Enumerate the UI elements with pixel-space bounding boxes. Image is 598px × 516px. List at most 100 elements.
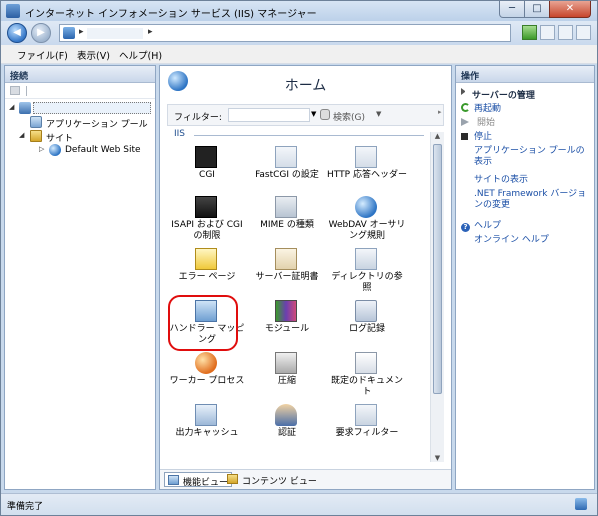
default-document-icon — [355, 352, 377, 374]
feature-authentication[interactable]: 認証 — [247, 404, 327, 454]
tree-item-default-web-site[interactable]: ▷ Default Web Site — [5, 144, 153, 157]
content-view-icon — [227, 474, 238, 484]
group-by-icon[interactable]: ▸ — [438, 108, 442, 116]
server-icon — [19, 102, 31, 114]
feature-label: HTTP 応答ヘッダー — [327, 170, 407, 180]
view-app-pools-link[interactable]: アプリケーション プールの表示 — [474, 146, 585, 167]
tree-item-app-pools[interactable]: アプリケーション プール — [5, 116, 153, 130]
action-restart[interactable]: 再起動 — [461, 101, 501, 114]
action-view-sites[interactable]: サイトの表示 — [474, 172, 528, 185]
action-stop[interactable]: 停止 — [461, 129, 492, 142]
view-sites-link[interactable]: サイトの表示 — [474, 175, 528, 185]
actions-pane: 操作 サーバーの管理 再起動 開始 停止 アプリケーション プールの表示 サイト… — [455, 65, 595, 490]
feature-directory-browsing[interactable]: ディレクトリの参照 — [327, 248, 407, 298]
feature-logging[interactable]: ログ記録 — [327, 300, 407, 350]
filter-label: フィルター: — [174, 113, 222, 123]
help-toolbar-icon[interactable] — [576, 25, 591, 40]
action-help[interactable]: ? ヘルプ — [461, 218, 501, 232]
feature-output-caching[interactable]: 出力キャッシュ — [167, 404, 247, 454]
tab-content-view[interactable]: コンテンツ ビュー — [224, 472, 320, 487]
tree-item-server[interactable]: ◢ — [5, 102, 153, 115]
search-dropdown-icon[interactable]: ▼ — [376, 110, 381, 118]
tab-features-view[interactable]: 機能ビュー — [164, 472, 233, 488]
tree-item-label: サイト — [46, 134, 74, 144]
features-area: IIS CGI FastCGI の設定 HTTP 応答ヘッダー ISAPI およ… — [167, 128, 429, 458]
feature-server-certs[interactable]: サーバー証明書 — [247, 248, 327, 298]
menu-file[interactable]: ファイル(F) — [17, 48, 68, 62]
menu-help[interactable]: ヘルプ(H) — [119, 48, 162, 62]
tab-label: コンテンツ ビュー — [242, 477, 317, 487]
expand-icon[interactable]: ◢ — [9, 103, 14, 111]
feature-modules[interactable]: モジュール — [247, 300, 327, 350]
refresh-icon[interactable] — [522, 25, 537, 40]
maximize-button[interactable]: □ — [524, 1, 550, 18]
online-help-link[interactable]: オンライン ヘルプ — [474, 235, 549, 245]
handler-mappings-highlight — [168, 295, 238, 351]
address-segment[interactable] — [87, 28, 143, 39]
feature-label: 要求フィルター — [335, 428, 399, 438]
tree-item-label: Default Web Site — [65, 145, 141, 155]
restart-icon — [461, 103, 470, 112]
close-button[interactable]: ✕ — [549, 1, 591, 18]
stop-icon — [461, 133, 468, 140]
feature-worker-processes[interactable]: ワーカー プロセス — [167, 352, 247, 402]
search-button[interactable]: 検索(G) — [333, 110, 365, 123]
feature-default-document[interactable]: 既定のドキュメント — [327, 352, 407, 402]
filter-input[interactable] — [228, 108, 310, 122]
restart-link[interactable]: 再起動 — [474, 104, 501, 114]
action-net-versions[interactable]: .NET Framework バージョンの変更 — [474, 189, 592, 211]
title-bar: インターネット インフォメーション サービス (IIS) マネージャー ─ □ … — [1, 1, 597, 21]
tab-label: 機能ビュー — [183, 478, 229, 488]
create-connection-icon[interactable] — [10, 86, 20, 95]
back-button[interactable]: ◀ — [7, 23, 27, 43]
stop-icon[interactable] — [540, 25, 555, 40]
menu-view[interactable]: 表示(V) — [77, 48, 110, 62]
scroll-thumb[interactable] — [433, 144, 442, 394]
feature-mime[interactable]: MIME の種類 — [247, 196, 327, 246]
scroll-up-icon[interactable]: ▲ — [431, 132, 444, 140]
address-server-icon — [63, 27, 75, 39]
feature-fastcgi[interactable]: FastCGI の設定 — [247, 146, 327, 196]
forward-button[interactable]: ▶ — [31, 23, 51, 43]
tree-item-sites[interactable]: ◢ サイト — [5, 130, 153, 144]
tree-item-label — [33, 102, 151, 114]
feature-label: MIME の種類 — [260, 220, 314, 230]
toolbar-divider — [26, 86, 27, 96]
features-scrollbar[interactable]: ▲ ▼ — [430, 132, 444, 462]
features-view-icon — [168, 475, 179, 485]
scroll-down-icon[interactable]: ▼ — [431, 454, 444, 462]
action-online-help[interactable]: オンライン ヘルプ — [474, 232, 549, 245]
minimize-icon: ─ — [508, 3, 516, 14]
feature-isapi-cgi[interactable]: ISAPI および CGI の制限 — [167, 196, 247, 246]
address-bar[interactable]: ▸ ▸ — [59, 24, 511, 42]
feature-compression[interactable]: 圧縮 — [247, 352, 327, 402]
tree-item-label: アプリケーション プール — [46, 120, 148, 130]
filter-dropdown-icon[interactable]: ▼ — [311, 110, 316, 118]
collapse-icon[interactable] — [461, 88, 468, 95]
error-pages-icon — [195, 248, 217, 270]
feature-request-filtering[interactable]: 要求フィルター — [327, 404, 407, 454]
connections-pane: 接続 ◢ アプリケーション プール ◢ サイト ▷ Default Web Si… — [4, 65, 156, 490]
home-icon[interactable] — [558, 25, 573, 40]
globe-icon — [49, 144, 61, 156]
group-divider — [194, 135, 424, 136]
status-text: 準備完了 — [7, 502, 44, 512]
feature-webdav[interactable]: WebDAV オーサリング規則 — [327, 196, 407, 246]
output-caching-icon — [195, 404, 217, 426]
home-pane: ホーム フィルター: ▼ 検索(G) ▼ ▸ IIS CGI FastCGI の… — [159, 65, 452, 490]
expand-icon[interactable]: ▷ — [39, 145, 44, 153]
forward-arrow-icon: ▶ — [37, 27, 45, 38]
expand-icon[interactable]: ◢ — [19, 131, 24, 139]
stop-link[interactable]: 停止 — [474, 132, 492, 142]
feature-cgi[interactable]: CGI — [167, 146, 247, 196]
server-certificates-icon — [275, 248, 297, 270]
minimize-button[interactable]: ─ — [499, 1, 525, 18]
feature-label: ISAPI および CGI の制限 — [171, 220, 243, 241]
feature-http-headers[interactable]: HTTP 応答ヘッダー — [327, 146, 407, 196]
back-arrow-icon: ◀ — [13, 27, 21, 38]
feature-error-pages[interactable]: エラー ページ — [167, 248, 247, 298]
action-view-app-pools[interactable]: アプリケーション プールの表示 — [474, 146, 592, 168]
help-link[interactable]: ヘルプ — [474, 221, 501, 231]
fastcgi-icon — [275, 146, 297, 168]
net-versions-link[interactable]: .NET Framework バージョンの変更 — [474, 189, 586, 210]
